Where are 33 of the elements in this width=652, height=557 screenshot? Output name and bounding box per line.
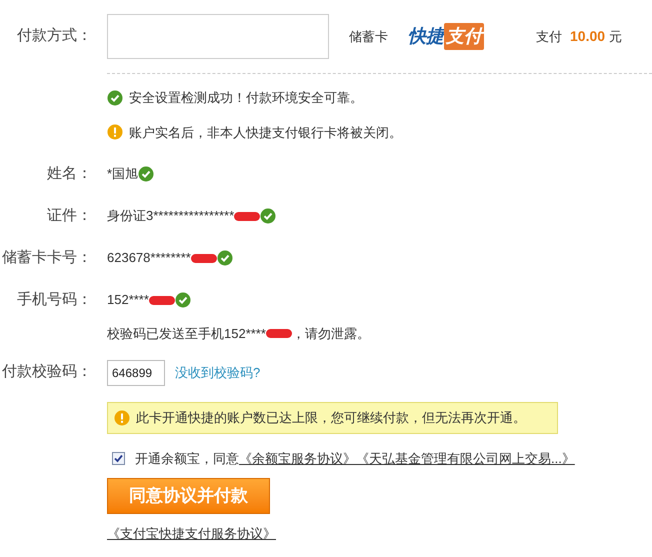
field-value: 623678******** <box>107 249 191 268</box>
field-label: 证件： <box>46 206 92 226</box>
field-label: 手机号码： <box>16 290 92 310</box>
agreement-checkbox[interactable] <box>112 452 125 465</box>
field-value: 152**** <box>107 291 149 310</box>
checkmark-icon <box>114 454 123 463</box>
verification-code-field[interactable]: 646899 <box>107 360 165 386</box>
agreement-text: 开通余额宝，同意 <box>135 450 239 468</box>
field-label: 付款方式： <box>16 26 92 46</box>
quick-pay-logo: 快捷支付 <box>408 23 484 50</box>
check-icon <box>107 90 123 106</box>
resend-code-link[interactable]: 没收到校验码? <box>175 362 260 382</box>
field-label: 付款校验码： <box>1 362 92 382</box>
pay-label: 支付 <box>536 28 562 46</box>
agreement-link[interactable]: 《余额宝服务协议》 <box>239 448 356 468</box>
agreement-link[interactable]: 《天弘基金管理有限公司网上交易...》 <box>356 448 575 468</box>
warning-icon <box>114 410 130 426</box>
payment-method-field[interactable] <box>107 14 329 59</box>
notice-text: 安全设置检测成功！付款环境安全可靠。 <box>129 89 363 107</box>
amount: 10.00 <box>570 27 606 46</box>
warning-icon <box>107 124 123 140</box>
notice-text: 账户实名后，非本人快捷支付银行卡将被关闭。 <box>129 124 402 142</box>
field-label: 储蓄卡卡号： <box>1 248 92 268</box>
field-value: 身份证3**************** <box>107 207 234 226</box>
currency: 元 <box>609 28 622 46</box>
redaction-mark <box>266 329 292 338</box>
sms-notice: 校验码已发送至手机152**** <box>107 325 266 343</box>
card-type: 储蓄卡 <box>349 28 388 46</box>
warning-text: 此卡开通快捷的账户数已达上限，您可继续付款，但无法再次开通。 <box>136 408 526 427</box>
service-agreement-link[interactable]: 《支付宝快捷支付服务协议》 <box>107 526 276 541</box>
field-value: *国旭 <box>107 165 138 184</box>
sms-notice: ，请勿泄露。 <box>292 325 370 343</box>
field-label: 姓名： <box>46 164 92 184</box>
